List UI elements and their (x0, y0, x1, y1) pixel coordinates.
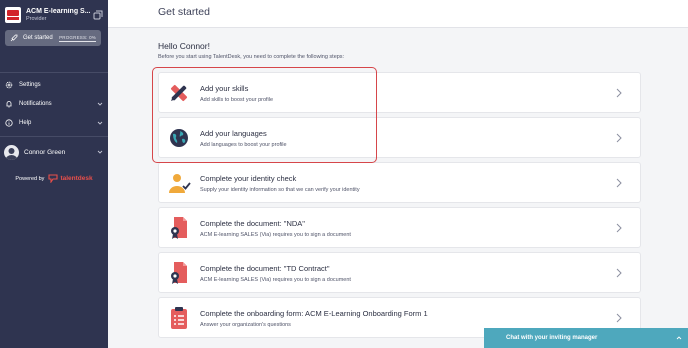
step-card-td-contract[interactable]: Complete the document: "TD Contract" ACM… (158, 252, 641, 293)
user-menu[interactable]: Connor Green (4, 143, 104, 161)
talentdesk-logo-icon (48, 174, 58, 183)
page-header: Get started (108, 0, 688, 28)
step-description: Answer your organization's questions (200, 322, 291, 328)
step-description: ACM E-learning SALES (Via) requires you … (200, 277, 351, 283)
chevron-right-icon (616, 268, 622, 278)
gear-icon (5, 81, 13, 89)
org-role: Provider (26, 16, 47, 22)
org-switcher[interactable]: ACM E-learning S... Provider (5, 6, 103, 24)
switch-org-icon[interactable] (93, 10, 103, 20)
clipboard-form-icon (171, 307, 187, 329)
intro-text: Before you start using TalentDesk, you n… (158, 54, 345, 60)
divider (0, 72, 108, 73)
rocket-icon (10, 34, 18, 42)
get-started-item[interactable]: Get started PROGRESS: 0% (5, 30, 101, 46)
chevron-down-icon[interactable] (97, 101, 103, 107)
step-title: Add your skills (200, 84, 249, 93)
powered-by-label: Powered by (15, 175, 45, 182)
get-started-label: Get started (23, 35, 53, 41)
org-name: ACM E-learning S... (26, 8, 90, 15)
identity-check-icon (169, 174, 191, 193)
info-icon (5, 119, 13, 127)
greeting: Hello Connor! (158, 41, 210, 51)
chevron-right-icon (616, 223, 622, 233)
step-card-skills[interactable]: Add your skills Add skills to boost your… (158, 72, 641, 113)
step-title: Complete your identity check (200, 174, 297, 183)
user-name: Connor Green (24, 148, 66, 156)
step-title: Complete the document: "NDA" (200, 219, 305, 228)
step-description: ACM E-learning SALES (Via) requires you … (200, 232, 351, 238)
page-title: Get started (158, 6, 210, 18)
step-card-nda[interactable]: Complete the document: "NDA" ACM E-learn… (158, 207, 641, 248)
step-title: Add your languages (200, 129, 267, 138)
step-card-identity[interactable]: Complete your identity check Supply your… (158, 162, 641, 203)
chevron-right-icon (616, 178, 622, 188)
chevron-up-icon[interactable] (676, 335, 682, 341)
globe-icon (170, 129, 188, 147)
divider (0, 136, 108, 137)
step-card-languages[interactable]: Add your languages Add languages to boos… (158, 117, 641, 158)
chevron-right-icon (616, 88, 622, 98)
org-logo (5, 7, 21, 23)
sidebar-item-label: Settings (19, 82, 41, 88)
step-description: Supply your identity information so that… (200, 187, 360, 193)
chevron-right-icon (616, 313, 622, 323)
sidebar-item-notifications[interactable]: Notifications (5, 96, 103, 112)
step-description: Add skills to boost your profile (200, 97, 274, 103)
bell-icon (6, 101, 12, 108)
sidebar-item-settings[interactable]: Settings (5, 77, 103, 93)
chevron-right-icon (616, 133, 622, 143)
sidebar: ACM E-learning S... Provider Get started… (0, 0, 108, 348)
chevron-down-icon[interactable] (97, 149, 103, 155)
powered-by: Powered by talentdesk (0, 174, 108, 183)
sidebar-item-label: Notifications (19, 101, 52, 107)
step-description: Add languages to boost your profile (200, 142, 287, 148)
pencil-ruler-icon (170, 84, 188, 102)
chevron-down-icon[interactable] (97, 120, 103, 126)
sidebar-item-help[interactable]: Help (5, 115, 103, 131)
step-title: Complete the document: "TD Contract" (200, 264, 330, 273)
document-certificate-icon (171, 217, 187, 239)
document-certificate-icon (171, 262, 187, 284)
avatar (4, 144, 19, 160)
sidebar-item-label: Help (19, 120, 32, 126)
chat-label: Chat with your inviting manager (506, 335, 598, 341)
progress-indicator: PROGRESS: 0% (59, 34, 96, 42)
chat-widget[interactable]: Chat with your inviting manager (484, 328, 688, 348)
step-title: Complete the onboarding form: ACM E-Lear… (200, 309, 428, 318)
avatar-silhouette-icon (5, 147, 18, 160)
talentdesk-brand[interactable]: talentdesk (60, 175, 92, 182)
